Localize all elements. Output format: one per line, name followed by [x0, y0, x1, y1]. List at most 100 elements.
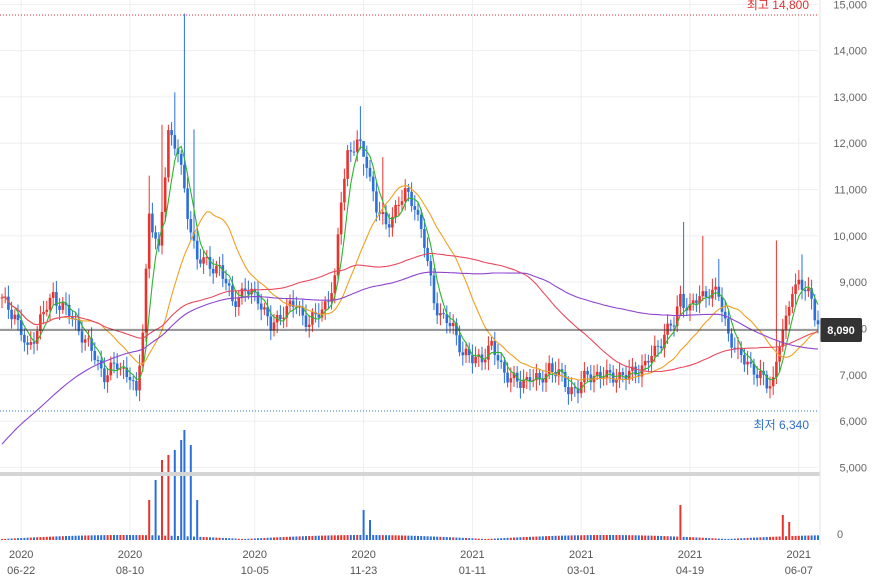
volume-bar	[311, 535, 314, 540]
volume-bar	[26, 537, 29, 540]
candle-body	[346, 150, 349, 179]
candle-body	[186, 188, 189, 220]
volume-bar	[381, 535, 384, 540]
candle-body	[29, 342, 33, 345]
volume-bar	[209, 537, 211, 540]
volume-bar	[685, 536, 688, 540]
candle-body	[519, 381, 522, 388]
date-tick-date: 06-22	[7, 565, 35, 577]
price-tick: 5,000	[839, 462, 867, 474]
candle-body	[442, 313, 445, 315]
volume-bar	[612, 535, 615, 540]
date-tick-year: 2021	[787, 549, 811, 561]
date-tick-date: 10-05	[241, 565, 269, 577]
volume-bar	[100, 535, 103, 540]
price-axis: 15,000 14,000 13,000 12,000 11,000 10,000 9,00…	[833, 0, 867, 474]
candle-body	[797, 279, 801, 285]
volume-tick-0: 0	[837, 529, 843, 541]
candle-body	[144, 268, 148, 333]
volume-bar	[289, 536, 291, 540]
volume-bar	[759, 537, 762, 540]
candle-body	[749, 361, 753, 364]
volume-bar	[93, 535, 96, 540]
candle-body	[99, 360, 103, 369]
volume-bar	[170, 535, 173, 540]
volume-bar	[349, 535, 352, 540]
volume-bar	[388, 535, 391, 540]
volume-bar	[90, 535, 93, 540]
candle-body	[679, 293, 682, 307]
volume-bar	[205, 537, 208, 540]
volume-bar	[522, 537, 525, 540]
date-tick-date: 11-23	[350, 565, 377, 577]
volume-bar	[180, 440, 183, 540]
volume-bars	[1, 430, 819, 540]
candle-body	[387, 224, 391, 228]
volume-bar	[567, 535, 570, 540]
volume-bar	[689, 537, 691, 540]
candle-body	[397, 204, 401, 206]
volume-bar	[298, 536, 301, 540]
candle-body	[759, 370, 762, 379]
volume-bar	[535, 536, 538, 540]
volume-bar	[449, 537, 451, 540]
volume-bar	[116, 535, 119, 540]
price-tick: 14,000	[833, 46, 867, 58]
volume-bar	[138, 535, 141, 540]
volume-bar	[164, 535, 167, 540]
volume-bar	[84, 535, 87, 540]
volume-bar	[122, 535, 125, 540]
volume-bar	[461, 537, 464, 540]
volume-bar	[394, 535, 397, 540]
candle-body	[339, 202, 343, 235]
volume-bar	[234, 538, 237, 540]
volume-bar	[33, 537, 35, 540]
date-tick-year: 2021	[460, 549, 484, 561]
volume-bar	[673, 536, 675, 540]
volume-bar	[631, 535, 634, 540]
volume-bar	[39, 537, 42, 540]
volume-bar	[135, 535, 138, 540]
candle-body	[458, 335, 461, 353]
volume-bar	[202, 537, 205, 540]
candle-body	[80, 331, 84, 343]
volume-bar	[20, 538, 23, 540]
candle-body	[720, 296, 724, 312]
volume-bar	[119, 535, 122, 540]
volume-bar	[765, 537, 768, 540]
candle-body	[151, 213, 154, 233]
candle-body	[803, 289, 807, 292]
candle-body	[407, 188, 410, 192]
volume-bar	[177, 535, 179, 540]
price-tick: 13,000	[833, 92, 867, 104]
volume-bar	[653, 535, 656, 540]
volume-bar	[343, 535, 346, 540]
candle-body	[336, 234, 340, 276]
candle-body	[106, 375, 109, 383]
candle-body	[659, 346, 663, 349]
stock-chart[interactable]: 15,000 14,000 13,000 12,000 11,000 10,000 9,00…	[0, 0, 876, 581]
volume-bar	[621, 535, 624, 540]
candle-body	[131, 380, 135, 382]
candle-body	[39, 314, 42, 332]
volume-bar	[625, 535, 627, 540]
volume-bar	[196, 500, 199, 540]
high-label: 최고 14,800	[747, 0, 809, 12]
candle-body	[269, 316, 273, 331]
volume-bar	[772, 536, 775, 540]
candle-body	[503, 361, 506, 373]
volume-bar	[548, 536, 551, 540]
candle-body	[669, 323, 673, 326]
volume-bar	[340, 535, 343, 540]
volume-bar	[503, 538, 506, 540]
volume-bar	[810, 535, 813, 540]
volume-bar	[231, 538, 234, 540]
volume-bar	[103, 535, 106, 540]
volume-bar	[132, 535, 135, 540]
volume-bar	[554, 535, 557, 540]
volume-bar	[81, 535, 83, 540]
volume-bar	[253, 538, 256, 540]
volume-bar	[628, 535, 631, 540]
candle-body	[807, 288, 810, 292]
volume-bar	[513, 537, 515, 540]
